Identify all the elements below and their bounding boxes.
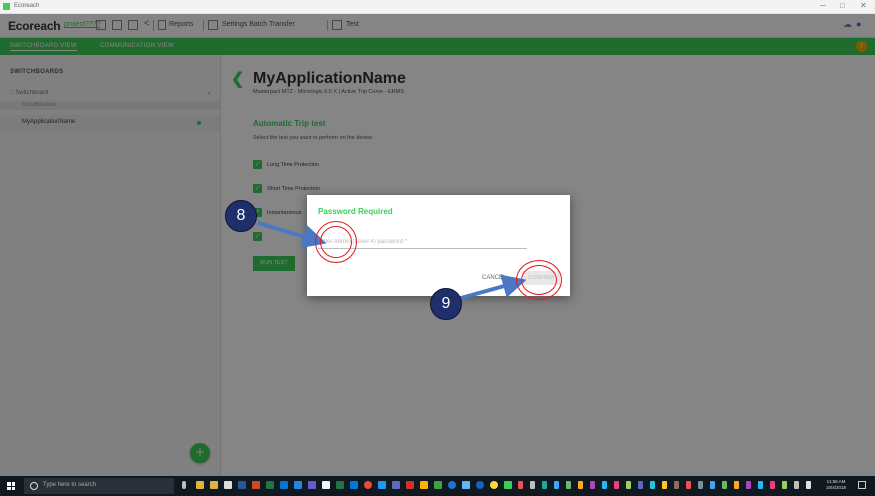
tray-icon[interactable] xyxy=(698,481,703,489)
taskbar-search[interactable]: Type here to search xyxy=(24,478,174,494)
tray-icon[interactable] xyxy=(782,481,787,489)
tray-icon[interactable] xyxy=(542,481,547,489)
tray-icon[interactable] xyxy=(734,481,739,489)
taskbar-app-icon[interactable] xyxy=(406,481,414,489)
excel-icon[interactable] xyxy=(266,481,274,489)
microphone-icon[interactable] xyxy=(182,481,186,489)
tray-icon[interactable] xyxy=(614,481,619,489)
tray-icon[interactable] xyxy=(530,481,535,489)
app-icon xyxy=(3,3,10,10)
taskbar-app-icon[interactable] xyxy=(350,481,358,489)
network-icon[interactable] xyxy=(806,481,811,489)
tray-icon[interactable] xyxy=(722,481,727,489)
taskbar-app-icon[interactable] xyxy=(462,481,470,489)
chrome-icon[interactable] xyxy=(364,481,372,489)
taskbar-app-icon[interactable] xyxy=(392,481,400,489)
powerpoint-icon[interactable] xyxy=(252,481,260,489)
taskbar-app-icon[interactable] xyxy=(294,481,302,489)
tray-icon[interactable] xyxy=(758,481,763,489)
tray-icon[interactable] xyxy=(770,481,775,489)
highlight-ring-inner xyxy=(320,226,352,258)
taskbar-clock[interactable]: 11:58 AM 10/4/2018 xyxy=(826,479,846,491)
taskbar-app-icon[interactable] xyxy=(378,481,386,489)
close-icon[interactable]: ✕ xyxy=(860,1,867,10)
search-placeholder: Type here to search xyxy=(43,482,97,488)
window-title: Ecoreach xyxy=(14,3,40,9)
taskbar-app-icon[interactable] xyxy=(322,481,330,489)
step-badge-8: 8 xyxy=(225,200,257,232)
action-center-icon[interactable] xyxy=(858,481,866,489)
tray-icon[interactable] xyxy=(746,481,751,489)
tray-icon[interactable] xyxy=(554,481,559,489)
dialog-title: Password Required xyxy=(318,207,393,216)
file-explorer-icon[interactable] xyxy=(210,481,218,489)
ecoreach-taskbar-icon[interactable] xyxy=(504,481,512,489)
taskbar-app-icon[interactable] xyxy=(196,481,204,489)
taskbar-app-icon[interactable] xyxy=(490,481,498,489)
volume-icon[interactable] xyxy=(794,481,799,489)
tray-icon[interactable] xyxy=(662,481,667,489)
outlook-icon[interactable] xyxy=(280,481,288,489)
store-icon[interactable] xyxy=(224,481,232,489)
minimize-icon[interactable]: ─ xyxy=(820,1,826,10)
cortana-icon xyxy=(30,482,38,490)
tray-icon[interactable] xyxy=(602,481,607,489)
clock-date: 10/4/2018 xyxy=(826,485,847,490)
tray-icon[interactable] xyxy=(578,481,583,489)
taskbar-app-icon[interactable] xyxy=(448,481,456,489)
window-title-bar: Ecoreach ─ □ ✕ xyxy=(0,0,875,14)
windows-taskbar: Type here to search 11:58 AM 10/4/2018 xyxy=(0,476,875,496)
taskbar-app-icon[interactable] xyxy=(336,481,344,489)
tray-icon[interactable] xyxy=(710,481,715,489)
maximize-icon[interactable]: □ xyxy=(840,1,845,10)
taskbar-app-icon[interactable] xyxy=(308,481,316,489)
taskbar-app-icon[interactable] xyxy=(434,481,442,489)
cancel-button[interactable]: CANCEL xyxy=(482,275,506,281)
tray-icon[interactable] xyxy=(686,481,691,489)
step-badge-9: 9 xyxy=(430,288,462,320)
tray-icon[interactable] xyxy=(650,481,655,489)
tray-icon[interactable] xyxy=(638,481,643,489)
tray-icon[interactable] xyxy=(566,481,571,489)
tray-icon[interactable] xyxy=(626,481,631,489)
highlight-ring-inner xyxy=(521,265,557,295)
windows-start-icon[interactable] xyxy=(7,482,15,490)
tray-icon[interactable] xyxy=(518,481,523,489)
tray-icon[interactable] xyxy=(590,481,595,489)
word-icon[interactable] xyxy=(238,481,246,489)
tray-icon[interactable] xyxy=(674,481,679,489)
taskbar-app-icon[interactable] xyxy=(476,481,484,489)
taskbar-app-icon[interactable] xyxy=(420,481,428,489)
